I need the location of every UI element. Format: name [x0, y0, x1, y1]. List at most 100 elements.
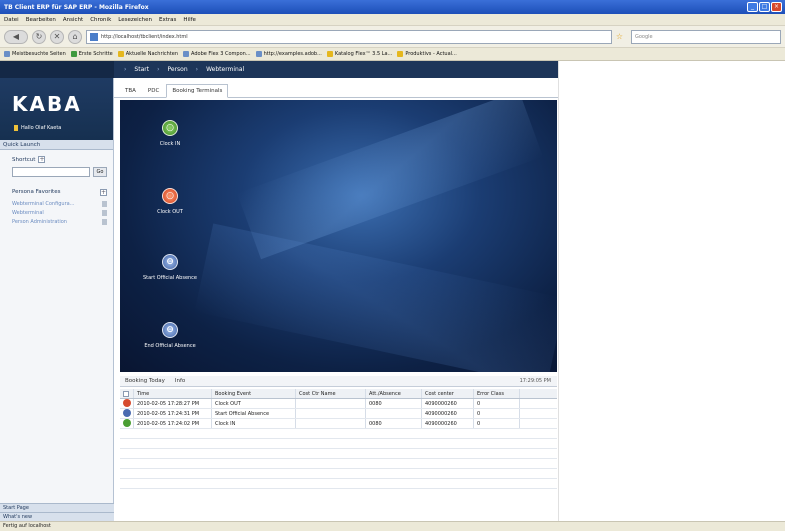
start-page-link[interactable]: Start Page [0, 503, 114, 512]
back-button[interactable]: ◀ [4, 29, 28, 44]
search-input[interactable]: Google [631, 29, 781, 44]
bookmarks-toolbar: Meistbesuchte Seiten Erste Schritte Aktu… [0, 48, 785, 61]
bookmark-item[interactable]: Katalog Flex™ 3.5 La... [326, 51, 392, 57]
menu-ansicht[interactable]: Ansicht [63, 17, 83, 23]
tab-booking-today[interactable]: Booking Today [120, 378, 170, 384]
clock-in-icon: ○ [162, 120, 178, 136]
column-header[interactable]: Booking Event [212, 389, 296, 398]
user-name: Hallo Olaf Kaeta [21, 125, 62, 131]
back-arrow-icon: ◀ [12, 32, 20, 41]
menu-datei[interactable]: Datei [4, 17, 19, 23]
bookmark-item[interactable]: Meistbesuchte Seiten [4, 51, 66, 57]
select-all-column[interactable] [120, 389, 134, 398]
clock-out-icon: ○ [162, 188, 178, 204]
app-top-navigation: › Start › Person › Webterminal [0, 61, 558, 78]
column-header[interactable]: Cost Ctr Name [296, 389, 366, 398]
bookmark-item[interactable]: Aktuelle Nachrichten [117, 51, 178, 57]
quick-launch-header[interactable]: Quick Launch [0, 140, 113, 150]
clock-out-status-icon [123, 399, 131, 407]
window-title: TB Client ERP für SAP ERP - Mozilla Fire… [4, 3, 149, 11]
topnav-webterminal[interactable]: Webterminal [206, 66, 244, 73]
shortcut-label: Shortcut [12, 156, 36, 163]
column-header[interactable]: Cost center [422, 389, 474, 398]
add-favorite-button[interactable]: + [100, 189, 107, 196]
end-official-absence-button[interactable]: ⊖ End Official Absence [128, 322, 212, 349]
favorites-title: Persona Favorites [12, 189, 61, 195]
column-header [520, 389, 557, 398]
clock-in-status-icon [123, 419, 131, 427]
end-absence-label: End Official Absence [144, 343, 196, 349]
user-icon [14, 125, 18, 131]
minimize-button[interactable]: _ [747, 2, 758, 12]
empty-area [558, 61, 785, 521]
bookmark-item[interactable]: http://examples.adob... [255, 51, 322, 57]
tab-booking-terminals[interactable]: Booking Terminals [166, 84, 229, 98]
bookmark-icon [255, 51, 262, 57]
start-absence-icon: ⊖ [162, 254, 178, 270]
menu-hilfe[interactable]: Hilfe [183, 17, 196, 23]
bookmark-item[interactable]: Erste Schritte [70, 51, 113, 57]
select-all-checkbox[interactable] [123, 390, 129, 397]
reload-icon: ↻ [35, 32, 43, 41]
empty-row [120, 439, 557, 449]
tab-tba[interactable]: TBA [120, 85, 141, 97]
menu-chronik[interactable]: Chronik [90, 17, 111, 23]
table-row[interactable]: 2010-02-05 17:28:27 PM Clock OUT 0080 40… [120, 399, 557, 409]
clock-in-button[interactable]: ○ Clock IN [128, 120, 212, 147]
search-placeholder: Google [635, 33, 653, 40]
booking-terminal-panel: ○ Clock IN ○ Clock OUT ⊖ Start Official … [120, 100, 557, 372]
nav-separator-icon: › [157, 66, 160, 73]
navigation-toolbar: ◀ ↻ ✕ ⌂ http://localhost/tbclient/index.… [0, 26, 785, 48]
delete-favorite-icon[interactable] [102, 219, 107, 225]
favorites-list: Webterminal Configura... Webterminal Per… [0, 196, 113, 225]
whats-new-link[interactable]: What's new [0, 512, 114, 521]
table-row[interactable]: 2010-02-05 17:24:02 PM Clock IN 0080 409… [120, 419, 557, 429]
favorites-header: Persona Favorites + [0, 177, 113, 196]
tab-info[interactable]: Info [170, 378, 190, 384]
table-header: Time Booking Event Cost Ctr Name Att./Ab… [120, 389, 557, 399]
logo-area: KABA Hallo Olaf Kaeta [0, 78, 113, 140]
column-header[interactable]: Error Class [474, 389, 520, 398]
sidebar: KABA Hallo Olaf Kaeta Quick Launch Short… [0, 78, 114, 521]
empty-row [120, 469, 557, 479]
menu-bearbeiten[interactable]: Bearbeiten [26, 17, 56, 23]
rss-icon [117, 51, 124, 57]
shortcut-go-button[interactable]: Go [93, 167, 107, 177]
nav-separator-icon: › [195, 66, 199, 73]
close-button[interactable]: × [771, 2, 782, 12]
delete-favorite-icon[interactable] [102, 201, 107, 207]
column-header[interactable]: Att./Absence [366, 389, 422, 398]
add-shortcut-button[interactable]: + [38, 156, 46, 163]
favorite-item[interactable]: Webterminal [12, 210, 107, 216]
stop-icon: ✕ [53, 32, 61, 41]
sidebar-bottom-links: Start Page What's new [0, 503, 114, 521]
bookmark-item[interactable]: Adobe Flex 3 Compon... [183, 51, 251, 57]
menu-bar: Datei Bearbeiten Ansicht Chronik Lesezei… [0, 14, 785, 26]
reload-button[interactable]: ↻ [32, 29, 46, 44]
menu-lesezeichen[interactable]: Lesezeichen [118, 17, 152, 23]
background-decoration [194, 223, 557, 372]
bookings-table: Time Booking Event Cost Ctr Name Att./Ab… [120, 389, 557, 489]
favicon-icon [90, 32, 98, 41]
url-bar[interactable]: http://localhost/tbclient/index.html [86, 29, 612, 44]
stop-button[interactable]: ✕ [50, 29, 64, 44]
menu-extras[interactable]: Extras [159, 17, 176, 23]
home-button[interactable]: ⌂ [68, 29, 82, 44]
shortcut-section: Shortcut + [0, 150, 113, 163]
background-decoration [237, 100, 543, 260]
clock-out-button[interactable]: ○ Clock OUT [128, 188, 212, 215]
maximize-button[interactable]: □ [759, 2, 770, 12]
table-row[interactable]: 2010-02-05 17:24:31 PM Start Official Ab… [120, 409, 557, 419]
start-official-absence-button[interactable]: ⊖ Start Official Absence [128, 254, 212, 281]
shortcut-input[interactable] [12, 167, 90, 177]
bookmark-star-icon[interactable]: ☆ [616, 32, 623, 41]
topnav-person[interactable]: Person [167, 66, 187, 73]
favorite-item[interactable]: Person Administration [12, 219, 107, 225]
favorite-item[interactable]: Webterminal Configura... [12, 201, 107, 207]
topnav-start[interactable]: Start [134, 66, 149, 73]
bookmark-item[interactable]: Produktivs - Actual... [397, 51, 457, 57]
column-header[interactable]: Time [134, 389, 212, 398]
empty-row [120, 479, 557, 489]
delete-favorite-icon[interactable] [102, 210, 107, 216]
tab-pdc[interactable]: PDC [143, 85, 164, 97]
